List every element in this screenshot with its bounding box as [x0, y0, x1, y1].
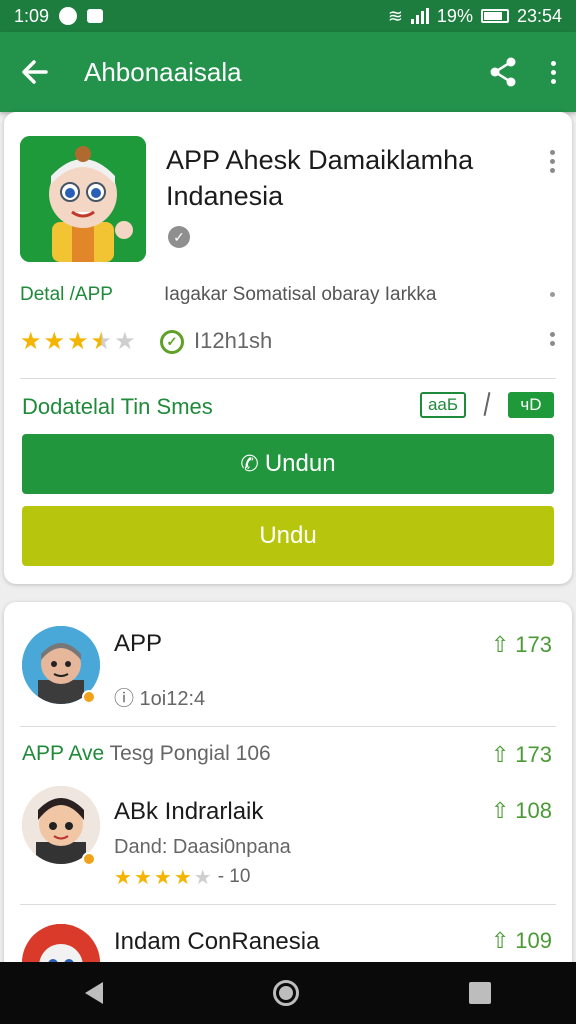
- list-item-subtitle: ⓘ 1oi12:4: [114, 688, 206, 710]
- separator-tick: [483, 392, 491, 416]
- detail-text: Iagakar Somatisal obaray Iarkka: [164, 284, 437, 305]
- section-label-extra: Tesg Pongial 106: [109, 742, 271, 765]
- message-icon: [87, 9, 104, 23]
- app-detail-card: APP Ahesk Damaiklamha Indanesia ✓ Detal …: [4, 112, 572, 584]
- rating-extra: - 10: [217, 866, 251, 887]
- notification-icon: [59, 7, 78, 25]
- phone-icon: ✆: [240, 451, 259, 476]
- check-badge-icon: ✓: [160, 330, 184, 354]
- star-icon: ★: [114, 867, 132, 889]
- system-nav-bar: [0, 962, 576, 1024]
- card-menu-icon[interactable]: [550, 150, 555, 173]
- count-value: 173: [515, 742, 552, 767]
- tag-filled[interactable]: чD: [508, 392, 554, 418]
- count-value: 173: [515, 632, 552, 657]
- secondary-button-label: Undu: [259, 522, 317, 549]
- download-button-label: Undun: [264, 450, 336, 477]
- signal-icon: [410, 8, 429, 24]
- star-icon: ★: [43, 328, 66, 355]
- upload-arrow-icon: ⇧: [490, 798, 510, 823]
- back-triangle-icon[interactable]: [85, 982, 103, 1004]
- count-value: 108: [515, 798, 552, 823]
- star-empty-icon: ★: [114, 328, 136, 355]
- secondary-download-button[interactable]: Undu: [22, 506, 554, 566]
- upload-arrow-icon: ⇧: [490, 742, 510, 767]
- star-half-icon: ★: [90, 328, 113, 355]
- badge-icon: [82, 690, 96, 704]
- divider: [20, 378, 556, 379]
- rating-count: I12h1sh: [194, 328, 273, 353]
- app-icon: [20, 136, 146, 262]
- verified-icon: ✓: [168, 226, 190, 248]
- divider: [20, 904, 556, 905]
- related-apps-card: APP ⓘ 1oi12:4 ⇧ 173 APP Ave Tesg Pongial…: [4, 602, 572, 1002]
- upload-arrow-icon: ⇧: [490, 928, 510, 953]
- download-count: ⇧ 109: [491, 928, 552, 954]
- section-title: Dodatelal Tin Smes: [22, 394, 213, 419]
- wifi-icon: ≋: [387, 5, 403, 26]
- status-clock: 23:54: [516, 5, 562, 26]
- star-icon: ★: [20, 328, 42, 355]
- list-item-title[interactable]: ABk Indrarlaik: [114, 798, 263, 826]
- app-title: APP Ahesk Damaiklamha Indanesia: [166, 145, 474, 211]
- list-item-rating-stars: ★ ★ ★ ★ ★ - 10: [114, 866, 250, 890]
- section-label-text: APP Ave: [22, 742, 105, 765]
- list-item-title[interactable]: APP: [114, 630, 162, 658]
- detail-label: Detal /APP: [20, 284, 113, 305]
- star-empty-icon: ★: [193, 867, 212, 889]
- download-count: ⇧ 108: [491, 798, 552, 824]
- section-count: ⇧ 173: [491, 742, 552, 768]
- battery-icon: [480, 9, 509, 23]
- upload-arrow-icon: ⇧: [490, 632, 510, 657]
- home-circle-icon[interactable]: [273, 980, 299, 1006]
- badge-icon: [82, 852, 96, 866]
- tag-outline[interactable]: aаБ: [420, 392, 466, 418]
- download-count: ⇧ 173: [491, 632, 552, 658]
- back-arrow-icon[interactable]: [20, 58, 48, 86]
- rating-menu-icon[interactable]: [550, 332, 555, 346]
- download-button[interactable]: ✆ Undun: [22, 434, 554, 494]
- app-bar: Ahbonaaisala: [0, 32, 576, 112]
- divider: [20, 726, 556, 727]
- status-bar: 1:09 ≋ 19% 23:54: [0, 0, 576, 32]
- star-icon: ★: [133, 867, 152, 889]
- list-item-title[interactable]: Indam ConRanesia: [114, 928, 319, 956]
- battery-percent: 19%: [436, 5, 473, 26]
- recents-square-icon[interactable]: [469, 982, 491, 1004]
- star-icon: ★: [67, 328, 89, 355]
- share-icon[interactable]: [489, 57, 517, 87]
- status-time: 1:09: [14, 5, 50, 26]
- more-dot-icon: [550, 292, 555, 297]
- list-item-subtitle: Dand: Daasi0npana: [114, 836, 291, 858]
- section-label: APP Ave Tesg Pongial 106: [22, 742, 271, 766]
- app-bar-title: Ahbonaaisala: [84, 56, 242, 87]
- count-value: 109: [515, 928, 552, 953]
- star-icon: ★: [153, 867, 172, 889]
- app-rating-stars: ★ ★ ★ ★ ★: [20, 330, 136, 354]
- overflow-menu-icon[interactable]: [551, 60, 556, 84]
- star-icon: ★: [173, 867, 192, 889]
